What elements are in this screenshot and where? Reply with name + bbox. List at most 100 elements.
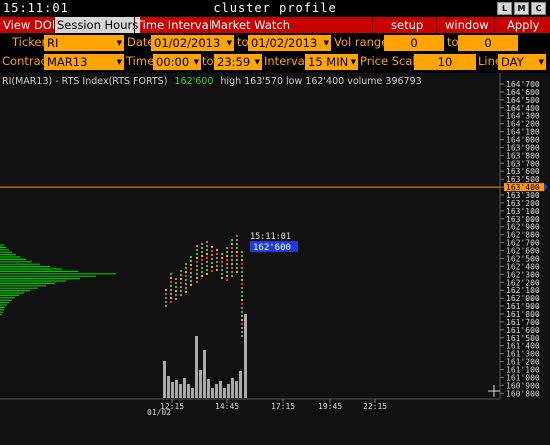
cluster-cell	[180, 282, 182, 284]
cluster-cell	[175, 282, 177, 284]
cluster-cell	[241, 255, 243, 257]
chevron-down-icon: ▼	[350, 58, 356, 66]
cluster-cell	[211, 258, 213, 260]
menu-session-hours[interactable]: Session Hours	[55, 17, 141, 33]
cluster-cell	[201, 259, 203, 261]
time-tick-label: 22:15	[363, 402, 387, 411]
ticker-select[interactable]: RI ▼	[44, 35, 124, 51]
cluster-cell	[231, 251, 233, 253]
volume-bar	[244, 314, 247, 398]
cluster-cell	[241, 323, 243, 325]
cluster-cell	[190, 284, 192, 286]
cluster-cell	[216, 249, 218, 251]
time-tick-label: 19:45	[318, 402, 342, 411]
date-from-select[interactable]: 01/02/2013 ▼	[151, 35, 234, 51]
cluster-cell	[211, 250, 213, 252]
cluster-cell	[241, 327, 243, 329]
cluster-cell	[236, 239, 238, 241]
cluster-cell	[211, 270, 213, 272]
cluster-cell	[206, 253, 208, 255]
close-button[interactable]: C	[531, 2, 546, 15]
menu-time-interval[interactable]: Time Interval	[136, 17, 212, 33]
cluster-chart[interactable]: 164'700 164'600 164'500 164'400 164'300 164'2…	[0, 73, 550, 445]
symbol-label: RI(MAR13) - RTS Index(RTS FORTS)	[2, 76, 168, 87]
cluster-cell	[175, 286, 177, 288]
menu-separator	[436, 17, 437, 33]
cluster-cell	[201, 255, 203, 257]
menu-apply[interactable]: Apply	[507, 17, 539, 33]
chevron-down-icon: ▼	[226, 39, 232, 47]
cluster-cell	[180, 270, 182, 272]
cluster-cell	[241, 303, 243, 305]
cluster-cell	[180, 278, 182, 280]
high-label: high 163'570	[220, 76, 284, 87]
volume-bar	[203, 350, 206, 398]
cluster-cell	[170, 301, 172, 303]
cluster-cell	[165, 297, 167, 299]
cluster-cell	[201, 267, 203, 269]
time-to-select[interactable]: 23:59 ▼	[214, 54, 262, 70]
chevron-down-icon: ▼	[116, 39, 122, 47]
line-value: DAY	[501, 55, 524, 69]
cluster-cell	[231, 243, 233, 245]
volume-bar	[187, 384, 190, 398]
cluster-cell	[190, 276, 192, 278]
menu-market-watch[interactable]: Market Watch	[211, 17, 290, 33]
chevron-down-icon: ▼	[254, 58, 260, 66]
volume-bar	[191, 388, 194, 398]
vol-to-label: to	[447, 35, 459, 49]
volume-bar	[223, 388, 226, 398]
cluster-cell	[226, 255, 228, 257]
cluster-cell	[196, 257, 198, 259]
cursor-price-label: 162'600	[253, 243, 291, 253]
volume-bar	[199, 370, 202, 398]
cluster-cell	[170, 293, 172, 295]
volume-bar	[179, 384, 182, 398]
cluster-cell	[190, 256, 192, 258]
cluster-cell	[190, 280, 192, 282]
cluster-cell	[226, 271, 228, 273]
low-label: low 162'400	[286, 76, 345, 87]
cluster-cell	[201, 243, 203, 245]
cluster-cell	[216, 265, 218, 267]
date-to-select[interactable]: 01/02/2013 ▼	[248, 35, 331, 51]
cluster-cell	[185, 287, 187, 289]
cluster-cell	[185, 275, 187, 277]
menu-setup[interactable]: setup	[391, 17, 423, 33]
cluster-cell	[211, 246, 213, 248]
cluster-cell	[206, 245, 208, 247]
menu-separator	[134, 17, 135, 33]
cluster-cell	[221, 273, 223, 275]
cluster-cell	[236, 271, 238, 273]
form-row-2: Contract MAR13 ▼ Time 00:00 ▼ to 23:59 ▼…	[0, 53, 550, 70]
cluster-cell	[211, 262, 213, 264]
time-tick-label: 14:45	[215, 402, 239, 411]
time-to-value: 23:59	[217, 55, 251, 69]
price-scale-input[interactable]: 10	[414, 54, 476, 70]
cluster-cell	[241, 287, 243, 289]
line-select[interactable]: DAY ▼	[498, 54, 546, 70]
cluster-cell	[211, 254, 213, 256]
chart-header: RI(MAR13) - RTS Index(RTS FORTS) 162'600…	[2, 76, 422, 87]
contract-select[interactable]: MAR13 ▼	[44, 54, 124, 70]
vol-from-input[interactable]: 0	[384, 35, 444, 51]
cluster-cell	[226, 247, 228, 249]
cluster-cell	[241, 295, 243, 297]
vol-to-input[interactable]: 0	[458, 35, 518, 51]
cluster-cell	[170, 297, 172, 299]
l-button[interactable]: L	[497, 2, 512, 15]
time-label: Time	[126, 54, 155, 68]
m-button[interactable]: M	[514, 2, 529, 15]
cluster-cell	[165, 289, 167, 291]
volume-bar	[219, 381, 222, 398]
cluster-cell	[206, 265, 208, 267]
cluster-cell	[226, 251, 228, 253]
interval-select[interactable]: 15 MIN ▼	[305, 54, 358, 70]
menu-window[interactable]: window	[445, 17, 489, 33]
menu-separator	[372, 17, 373, 33]
cluster-cell	[206, 269, 208, 271]
time-from-select[interactable]: 00:00 ▼	[153, 54, 201, 70]
menu-view-dom[interactable]: View DOM	[3, 17, 62, 33]
cluster-cell	[170, 277, 172, 279]
cursor-time-label: 15:11:01	[250, 232, 291, 242]
